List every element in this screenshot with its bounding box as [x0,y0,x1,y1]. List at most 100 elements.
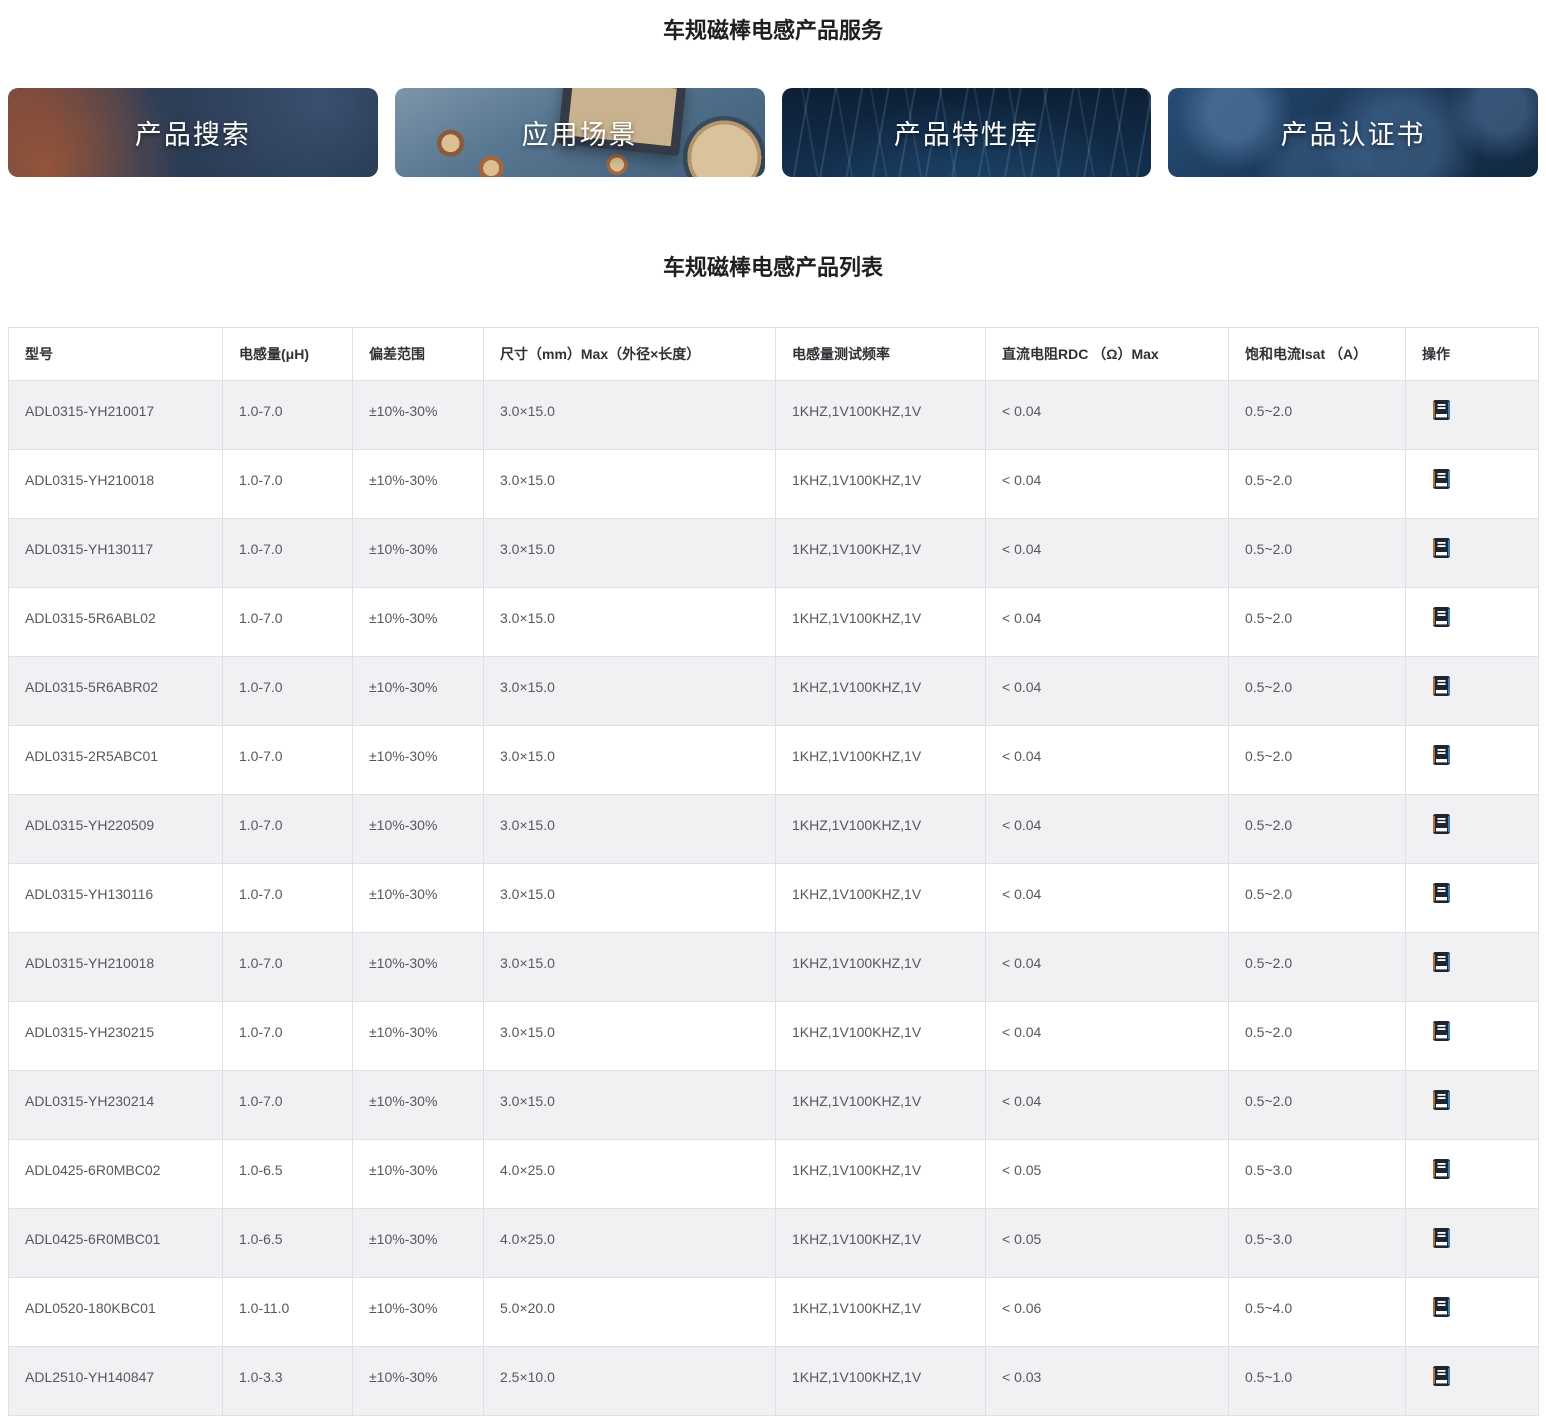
banner-label: 应用场景 [522,113,638,152]
product-table-body: ADL0315-YH210017 1.0-7.0 ±10%-30% 3.0×15… [9,381,1539,1416]
cell-inductance: 1.0-7.0 [223,726,353,795]
detail-button[interactable] [1432,1227,1451,1249]
cell-size: 3.0×15.0 [484,795,776,864]
column-header-operation: 操作 [1406,328,1539,381]
table-row: ADL0315-2R5ABC01 1.0-7.0 ±10%-30% 3.0×15… [9,726,1539,795]
book-icon [1432,1168,1451,1183]
table-row: ADL0425-6R0MBC02 1.0-6.5 ±10%-30% 4.0×25… [9,1140,1539,1209]
cell-operation [1406,1347,1539,1416]
table-row: ADL0425-6R0MBC01 1.0-6.5 ±10%-30% 4.0×25… [9,1209,1539,1278]
cell-frequency: 1KHZ,1V100KHZ,1V [776,450,986,519]
cell-inductance: 1.0-7.0 [223,1002,353,1071]
cell-rdc: < 0.04 [986,519,1229,588]
cell-size: 3.0×15.0 [484,381,776,450]
detail-button[interactable] [1432,606,1451,628]
cell-tolerance: ±10%-30% [353,588,484,657]
cell-inductance: 1.0-7.0 [223,1071,353,1140]
cell-frequency: 1KHZ,1V100KHZ,1V [776,726,986,795]
column-header-size: 尺寸（mm）Max（外径×长度） [484,328,776,381]
cell-tolerance: ±10%-30% [353,657,484,726]
cell-size: 3.0×15.0 [484,864,776,933]
cell-model: ADL0520-180KBC01 [9,1278,223,1347]
cell-size: 3.0×15.0 [484,519,776,588]
cell-operation [1406,864,1539,933]
cell-isat: 0.5~2.0 [1229,1071,1406,1140]
detail-button[interactable] [1432,1296,1451,1318]
cell-rdc: < 0.04 [986,450,1229,519]
cell-model: ADL0315-YH230214 [9,1071,223,1140]
book-icon [1432,823,1451,838]
cell-rdc: < 0.05 [986,1140,1229,1209]
cell-frequency: 1KHZ,1V100KHZ,1V [776,1278,986,1347]
detail-button[interactable] [1432,1365,1451,1387]
cell-size: 2.5×10.0 [484,1347,776,1416]
cell-isat: 0.5~2.0 [1229,795,1406,864]
banner-certificates[interactable]: 产品认证书 [1168,88,1538,177]
detail-button[interactable] [1432,813,1451,835]
cell-inductance: 1.0-3.3 [223,1347,353,1416]
cell-model: ADL0425-6R0MBC02 [9,1140,223,1209]
book-icon [1432,616,1451,631]
cell-rdc: < 0.03 [986,1347,1229,1416]
page-title: 车规磁棒电感产品服务 [0,18,1546,44]
cell-size: 5.0×20.0 [484,1278,776,1347]
cell-rdc: < 0.04 [986,933,1229,1002]
book-icon [1432,1306,1451,1321]
cell-model: ADL0315-YH130116 [9,864,223,933]
cell-inductance: 1.0-7.0 [223,519,353,588]
cell-frequency: 1KHZ,1V100KHZ,1V [776,1002,986,1071]
cell-model: ADL0315-YH130117 [9,519,223,588]
cell-operation [1406,588,1539,657]
detail-button[interactable] [1432,1089,1451,1111]
detail-button[interactable] [1432,537,1451,559]
detail-button[interactable] [1432,1158,1451,1180]
cell-isat: 0.5~2.0 [1229,1002,1406,1071]
detail-button[interactable] [1432,882,1451,904]
cell-tolerance: ±10%-30% [353,864,484,933]
cell-rdc: < 0.04 [986,864,1229,933]
cell-isat: 0.5~2.0 [1229,519,1406,588]
table-row: ADL0315-YH130116 1.0-7.0 ±10%-30% 3.0×15… [9,864,1539,933]
cell-operation [1406,795,1539,864]
cell-isat: 0.5~2.0 [1229,933,1406,1002]
book-icon [1432,685,1451,700]
product-table: 型号 电感量(μH) 偏差范围 尺寸（mm）Max（外径×长度） 电感量测试频率… [8,327,1539,1416]
cell-operation [1406,519,1539,588]
book-icon [1432,754,1451,769]
table-row: ADL0315-5R6ABR02 1.0-7.0 ±10%-30% 3.0×15… [9,657,1539,726]
cell-operation [1406,1071,1539,1140]
cell-tolerance: ±10%-30% [353,1002,484,1071]
cell-model: ADL0315-2R5ABC01 [9,726,223,795]
cell-inductance: 1.0-7.0 [223,588,353,657]
detail-button[interactable] [1432,468,1451,490]
cell-frequency: 1KHZ,1V100KHZ,1V [776,657,986,726]
cell-isat: 0.5~4.0 [1229,1278,1406,1347]
cell-tolerance: ±10%-30% [353,381,484,450]
cell-model: ADL0315-YH230215 [9,1002,223,1071]
list-title: 车规磁棒电感产品列表 [0,255,1546,281]
detail-button[interactable] [1432,675,1451,697]
book-icon [1432,478,1451,493]
cell-frequency: 1KHZ,1V100KHZ,1V [776,1209,986,1278]
cell-isat: 0.5~2.0 [1229,450,1406,519]
table-row: ADL0315-YH210018 1.0-7.0 ±10%-30% 3.0×15… [9,933,1539,1002]
cell-size: 4.0×25.0 [484,1209,776,1278]
detail-button[interactable] [1432,951,1451,973]
detail-button[interactable] [1432,399,1451,421]
column-header-tolerance: 偏差范围 [353,328,484,381]
banner-feature-library[interactable]: 产品特性库 [782,88,1152,177]
cell-tolerance: ±10%-30% [353,933,484,1002]
column-header-frequency: 电感量测试频率 [776,328,986,381]
banner-product-search[interactable]: 产品搜索 [8,88,378,177]
cell-inductance: 1.0-7.0 [223,864,353,933]
banner-label: 产品搜索 [135,113,251,152]
detail-button[interactable] [1432,744,1451,766]
cell-tolerance: ±10%-30% [353,726,484,795]
cell-size: 3.0×15.0 [484,1071,776,1140]
detail-button[interactable] [1432,1020,1451,1042]
cell-inductance: 1.0-6.5 [223,1140,353,1209]
banner-application-scenarios[interactable]: 应用场景 [395,88,765,177]
cell-frequency: 1KHZ,1V100KHZ,1V [776,588,986,657]
cell-frequency: 1KHZ,1V100KHZ,1V [776,519,986,588]
cell-size: 3.0×15.0 [484,1002,776,1071]
